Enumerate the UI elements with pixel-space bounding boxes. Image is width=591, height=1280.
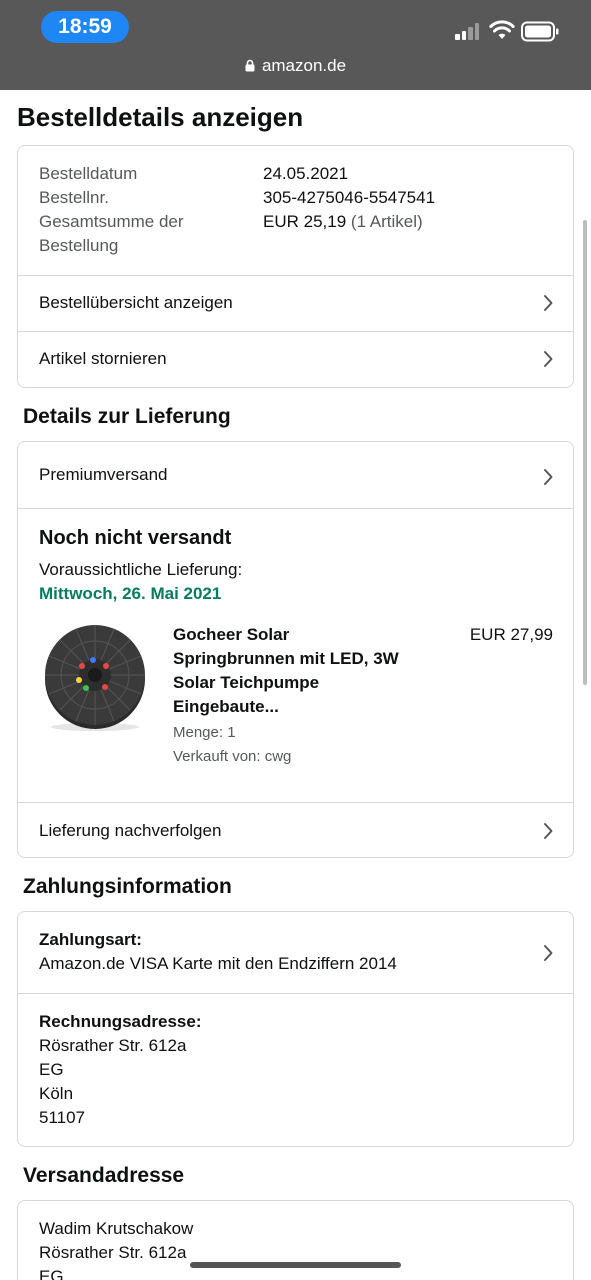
shipping-method-row[interactable]: Premiumversand [18, 442, 573, 508]
track-delivery-row[interactable]: Lieferung nachverfolgen [18, 802, 573, 858]
order-total-value: EUR 25,19 (1 Artikel) [263, 210, 423, 234]
order-total-amount: EUR 25,19 [263, 212, 347, 231]
shipment-status: Noch nicht versandt [39, 527, 232, 549]
billing-address-line: Rösrather Str. 612a [39, 1036, 187, 1055]
cancel-items-row[interactable]: Artikel stornieren [18, 331, 573, 387]
payment-section-title: Zahlungsinformation [23, 875, 232, 898]
order-total-label-line2: Bestellung [39, 236, 119, 255]
chevron-right-icon [544, 351, 553, 367]
shipping-address-line: Rösrather Str. 612a [39, 1243, 187, 1262]
billing-address-line: Köln [39, 1084, 74, 1103]
chevron-right-icon [544, 295, 553, 311]
address-bar[interactable]: amazon.de [0, 56, 591, 76]
product-title-line: Eingebaute... [173, 697, 279, 716]
wifi-icon [489, 20, 515, 39]
delivery-card: Premiumversand Noch nicht versandt Vorau… [17, 441, 574, 858]
billing-address-line: EG [39, 1060, 64, 1079]
product-title-line: Solar Teichpumpe [173, 673, 320, 692]
shipment-block: Noch nicht versandt Voraussichtliche Lie… [18, 508, 573, 802]
signal-icon [455, 22, 483, 40]
chevron-right-icon [544, 823, 553, 839]
product-title-line: Springbrunnen mit LED, 3W [173, 649, 399, 668]
chevron-right-icon [544, 469, 553, 485]
order-date-label: Bestelldatum [39, 164, 138, 183]
order-date-value: 24.05.2021 [263, 164, 349, 183]
expected-delivery-date: Mittwoch, 26. Mai 2021 [39, 584, 222, 603]
order-total-items: (1 Artikel) [350, 212, 423, 231]
order-total-label-line1: Gesamtsumme der [39, 212, 184, 231]
shipping-address-line: EG [39, 1267, 64, 1280]
status-time: 18:59 [41, 11, 129, 43]
order-number-label: Bestellnr. [39, 188, 109, 207]
delivery-section-title: Details zur Lieferung [23, 405, 231, 428]
order-overview-row[interactable]: Bestellübersicht anzeigen [18, 275, 573, 331]
order-overview-label: Bestellübersicht anzeigen [39, 293, 233, 312]
product-title[interactable]: Gocheer Solar Springbrunnen mit LED, 3W … [173, 623, 443, 719]
home-indicator[interactable] [190, 1262, 401, 1268]
battery-icon [521, 21, 559, 42]
scrollbar[interactable] [583, 220, 587, 685]
chevron-right-icon [544, 945, 553, 961]
billing-address-label: Rechnungsadresse: [39, 1012, 202, 1031]
product-price: EUR 27,99 [469, 625, 553, 644]
order-summary-card: Bestelldatum 24.05.2021 Bestellnr. 305-4… [17, 145, 574, 388]
shipping-section-title: Versandadresse [23, 1164, 185, 1187]
payment-card: Zahlungsart: Amazon.de VISA Karte mit de… [17, 911, 574, 1147]
billing-address-line: 51107 [39, 1108, 86, 1127]
product-image[interactable] [39, 621, 151, 733]
shipping-address-line: Wadim Krutschakow [39, 1219, 194, 1238]
track-delivery-label: Lieferung nachverfolgen [39, 821, 222, 840]
shipping-address-card: Wadim Krutschakow Rösrather Str. 612a EG [17, 1200, 574, 1280]
payment-method-label: Zahlungsart: [39, 930, 142, 949]
page-title: Bestelldetails anzeigen [17, 102, 304, 132]
product-seller: Verkauft von: cwg [173, 748, 292, 765]
lock-icon [245, 59, 255, 72]
product-title-line: Gocheer Solar [173, 625, 290, 644]
billing-address-block: Rechnungsadresse: Rösrather Str. 612a EG… [18, 993, 573, 1147]
cancel-items-label: Artikel stornieren [39, 349, 167, 368]
shipping-method-label: Premiumversand [39, 465, 168, 484]
expected-delivery-label: Voraussichtliche Lieferung: [39, 560, 243, 579]
url-text: amazon.de [261, 56, 347, 75]
payment-method-value: Amazon.de VISA Karte mit den Endziffern … [39, 954, 397, 973]
order-number-value: 305-4275046-5547541 [263, 188, 436, 207]
payment-method-row[interactable]: Zahlungsart: Amazon.de VISA Karte mit de… [18, 912, 573, 993]
status-bar: 18:59 amazon.de [0, 0, 591, 90]
product-quantity: Menge: 1 [173, 724, 236, 741]
